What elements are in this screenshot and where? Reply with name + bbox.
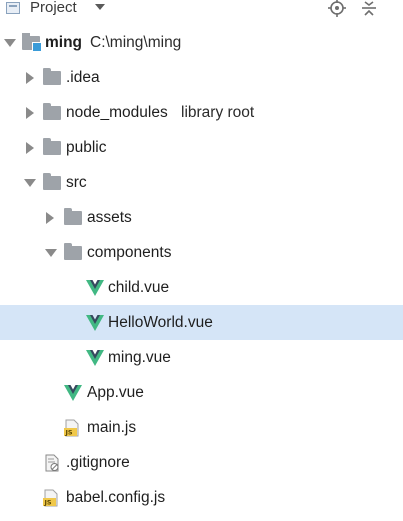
tree-item-path: C:\ming\ming [90,33,182,51]
vue-file-icon [86,349,104,366]
tree-item-label: src [66,173,87,191]
folder-icon [43,67,61,85]
tree-item-helloworld-vue[interactable]: HelloWorld.vue [0,305,403,340]
collapse-all-button[interactable] [359,0,379,18]
expand-arrow-icon[interactable] [24,178,36,187]
tree-item-root-ming[interactable]: ming C:\ming\ming [0,25,403,60]
project-view-selector[interactable]: Project [30,0,77,16]
project-tool-window-header: Project [0,0,403,20]
vue-file-icon [86,314,104,331]
vue-file-icon [86,279,104,296]
tree-item-app-vue[interactable]: App.vue [0,375,403,410]
folder-icon [43,137,61,155]
library-root-label: library root [181,103,255,121]
collapse-all-icon [362,1,376,16]
tree-item-src[interactable]: src [0,165,403,200]
tree-item-label: HelloWorld.vue [108,313,213,331]
expand-arrow-icon[interactable] [4,38,16,47]
tree-item-label: babel.config.js [66,488,166,506]
collapsed-arrow-icon[interactable] [26,106,34,119]
crosshair-icon [328,0,346,17]
tree-item-components[interactable]: components [0,235,403,270]
collapsed-arrow-icon[interactable] [46,211,54,224]
chevron-down-icon[interactable] [95,4,105,10]
gitignore-file-icon [45,454,59,471]
tree-item-label: App.vue [87,383,144,401]
tree-item-public[interactable]: public [0,130,403,165]
expand-arrow-icon[interactable] [45,248,57,257]
tree-item-gitignore[interactable]: .gitignore [0,445,403,480]
tree-item-ming-vue[interactable]: ming.vue [0,340,403,375]
tree-item-label: assets [87,208,132,226]
folder-icon [64,207,82,225]
locate-file-button[interactable] [327,0,347,18]
tree-item-assets[interactable]: assets [0,200,403,235]
tree-item-label: ming [45,33,83,51]
js-file-icon: JS [64,419,79,436]
tree-item-label: .gitignore [66,453,130,471]
tree-item-child-vue[interactable]: child.vue [0,270,403,305]
collapsed-arrow-icon[interactable] [26,141,34,154]
collapsed-arrow-icon[interactable] [26,71,34,84]
svg-text:JS: JS [44,498,52,506]
module-folder-icon [22,32,42,52]
tree-item-label: ming.vue [108,348,171,366]
vue-file-icon [64,384,82,401]
tree-item-node-modules[interactable]: node_modules library root [0,95,403,130]
project-view-icon [6,2,20,14]
tree-item-label: components [87,243,172,261]
tree-item-babel-config-js[interactable]: JS babel.config.js [0,480,403,515]
tree-item-label: main.js [87,418,137,436]
folder-icon [43,172,61,190]
folder-icon [43,102,61,120]
tree-item-main-js[interactable]: JS main.js [0,410,403,445]
js-file-icon: JS [43,489,58,506]
tree-item-label: .idea [66,68,100,86]
tree-item-label: node_modules [66,103,168,121]
tree-item-label: child.vue [108,278,170,296]
tree-item-label: public [66,138,107,156]
tree-item-idea[interactable]: .idea [0,60,403,95]
svg-text:JS: JS [65,428,73,436]
folder-icon [64,242,82,260]
